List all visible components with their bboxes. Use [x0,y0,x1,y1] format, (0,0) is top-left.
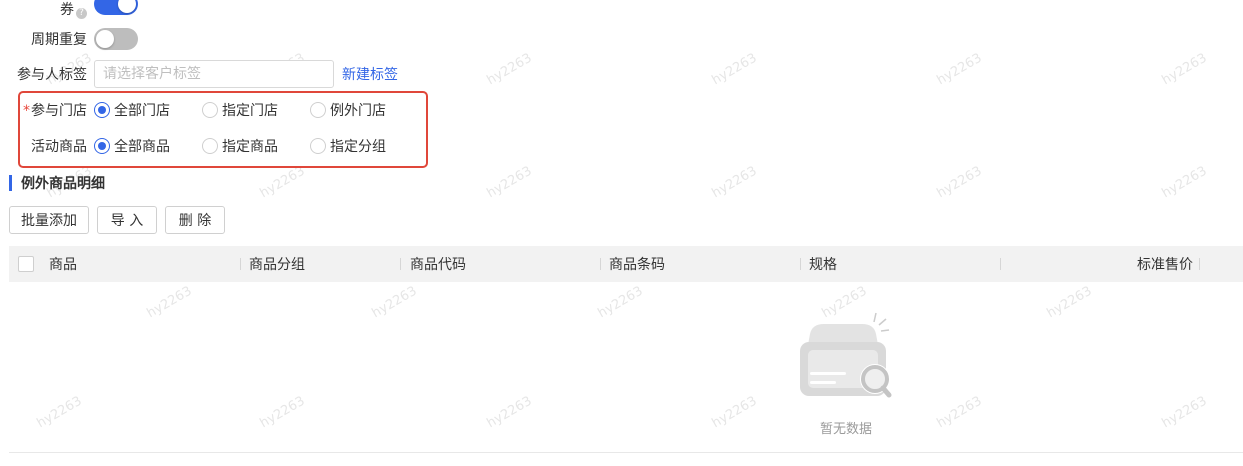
column-divider[interactable] [240,258,241,270]
column-header-group: 商品分组 [249,257,305,273]
form-row-stores: *参与门店 全部门店 指定门店 例外门店 [0,100,418,120]
coupon-switch[interactable] [94,0,138,15]
watermark: hy2263 [257,163,308,202]
watermark: hy2263 [709,393,760,432]
radio-circle [202,102,218,118]
watermark: hy2263 [144,283,195,322]
required-mark: * [23,103,30,119]
switch-knob [118,0,136,13]
form-row-products: 活动商品 全部商品 指定商品 指定分组 [0,136,418,156]
import-button[interactable]: 导 入 [97,206,157,234]
radio-all-stores[interactable]: 全部门店 [94,100,202,120]
form-row-coupon: 券 ? [0,0,138,19]
radio-label: 指定分组 [330,139,386,155]
section-title-text: 例外商品明细 [21,176,105,192]
empty-illustration [800,312,892,398]
radio-specified-products[interactable]: 指定商品 [202,136,310,156]
column-header-barcode: 商品条码 [609,257,665,273]
batch-add-button[interactable]: 批量添加 [9,206,89,234]
empty-box-search-icon [796,310,896,409]
column-divider[interactable] [400,258,401,270]
radio-circle [310,102,326,118]
radio-specified-stores[interactable]: 指定门店 [202,100,310,120]
watermark: hy2263 [484,393,535,432]
section-title-bar [9,175,12,191]
table-header: 商品 商品分组 商品代码 商品条码 规格 标准售价 [9,246,1243,282]
column-divider[interactable] [800,258,801,270]
radio-label: 全部商品 [114,139,170,155]
stores-radio-group: 全部门店 指定门店 例外门店 [94,100,418,120]
radio-circle [202,138,218,154]
switch-knob [96,30,114,48]
watermark: hy2263 [934,393,985,432]
watermark: hy2263 [484,50,535,89]
watermark: hy2263 [34,393,85,432]
radio-circle [94,138,110,154]
column-header-product: 商品 [49,257,77,273]
column-header-price: 标准售价 [1137,257,1193,273]
stores-label-text: 参与门店 [31,103,87,119]
empty-text: 暂无数据 [819,422,872,437]
form-row-tag: 参与人标签 新建标签 [0,60,398,88]
watermark: hy2263 [709,50,760,89]
watermark: hy2263 [595,283,646,322]
radio-excluded-stores[interactable]: 例外门店 [310,100,418,120]
watermark: hy2263 [1159,393,1210,432]
help-icon[interactable]: ? [76,8,87,19]
column-header-code: 商品代码 [410,257,466,273]
repeat-label: 周期重复 [31,32,87,48]
products-label: 活动商品 [31,139,87,155]
form-row-repeat: 周期重复 [0,28,138,50]
watermark: hy2263 [709,163,760,202]
column-divider[interactable] [1000,258,1001,270]
new-tag-link[interactable]: 新建标签 [342,64,398,84]
radio-circle [310,138,326,154]
watermark: hy2263 [257,393,308,432]
delete-button[interactable]: 删 除 [165,206,225,234]
coupon-label: 券 ? [0,0,94,19]
column-header-spec: 规格 [809,257,837,273]
section-title: 例外商品明细 [9,174,105,192]
column-divider[interactable] [1199,258,1200,270]
tag-label: 参与人标签 [17,67,87,83]
radio-circle [94,102,110,118]
radio-all-products[interactable]: 全部商品 [94,136,202,156]
watermark: hy2263 [484,163,535,202]
radio-label: 指定门店 [222,103,278,119]
radio-label: 全部门店 [114,103,170,119]
table-bottom-border [9,452,1243,453]
watermark: hy2263 [934,163,985,202]
watermark: hy2263 [934,50,985,89]
products-radio-group: 全部商品 指定商品 指定分组 [94,136,418,156]
column-divider[interactable] [600,258,601,270]
coupon-label-text: 券 [60,2,74,18]
watermark: hy2263 [1044,283,1095,322]
watermark: hy2263 [1159,163,1210,202]
customer-tag-input[interactable] [94,60,334,88]
radio-specified-groups[interactable]: 指定分组 [310,136,418,156]
stores-label: *参与门店 [0,100,94,120]
radio-label: 例外门店 [330,103,386,119]
radio-label: 指定商品 [222,139,278,155]
watermark: hy2263 [369,283,420,322]
watermark: hy2263 [1159,50,1210,89]
select-all-checkbox[interactable] [18,256,34,272]
repeat-switch[interactable] [94,28,138,50]
